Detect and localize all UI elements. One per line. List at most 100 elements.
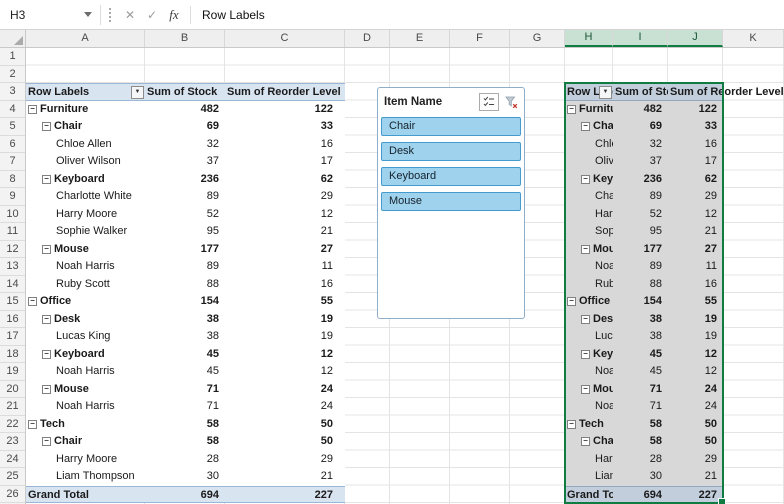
reorder-value-cell[interactable]: 33 [225,118,345,136]
clear-filter-icon[interactable] [501,93,521,111]
reorder-value-cell[interactable]: 16 [668,276,723,294]
column-header[interactable]: K [723,30,784,47]
collapse-icon[interactable] [42,384,51,394]
collapse-icon[interactable] [581,349,590,359]
stock-value-cell[interactable]: 37 [613,153,668,171]
stock-value-cell[interactable]: 177 [145,241,225,259]
reorder-value-cell[interactable]: 21 [668,223,723,241]
row-header[interactable]: 24 [0,451,25,468]
pivot-label-cell[interactable]: Ruby Scott [565,276,613,294]
pivot-label-cell[interactable]: Harry Moore [565,451,613,469]
column-header[interactable]: I [613,30,668,47]
name-box[interactable]: H3 [0,0,100,29]
reorder-value-cell[interactable]: 21 [668,468,723,486]
reorder-value-cell[interactable]: 33 [668,118,723,136]
row-header[interactable]: 23 [0,433,25,451]
pivot-label-cell[interactable]: Furniture [565,101,613,119]
pivot-label-cell[interactable]: Keyboard [26,346,145,364]
pivot-label-cell[interactable]: Liam Thompson [565,468,613,486]
collapse-icon[interactable] [567,419,576,429]
stock-value-cell[interactable]: 154 [613,293,668,311]
stock-value-cell[interactable]: 38 [613,328,668,346]
pivot-label-cell[interactable]: Noah Harris [565,398,613,416]
reorder-value-cell[interactable]: 16 [668,136,723,154]
pivot-label-cell[interactable]: Office [565,293,613,311]
sum-of-reorder-header[interactable]: Sum of Reorder Level [225,84,345,100]
pivot-label-cell[interactable]: Mouse [26,241,145,259]
grand-total-reorder[interactable]: 227 [668,487,723,503]
reorder-value-cell[interactable]: 19 [225,328,345,346]
stock-value-cell[interactable]: 236 [145,171,225,189]
stock-value-cell[interactable]: 71 [145,381,225,399]
reorder-value-cell[interactable]: 11 [668,258,723,276]
slicer-item[interactable]: Mouse [381,192,521,211]
row-header[interactable]: 9 [0,188,25,206]
pivot-label-cell[interactable]: Desk [565,311,613,329]
stock-value-cell[interactable]: 95 [145,223,225,241]
grand-total-reorder[interactable]: 227 [225,487,345,503]
reorder-value-cell[interactable]: 29 [225,188,345,206]
pivot-label-cell[interactable]: Chair [565,118,613,136]
pivot-label-cell[interactable]: Furniture [26,101,145,119]
pivot-label-cell[interactable]: Chloe Allen [565,136,613,154]
stock-value-cell[interactable]: 69 [145,118,225,136]
sum-of-reorder-header[interactable]: Sum of Reorder Level [668,84,784,100]
pivot-label-cell[interactable]: Ruby Scott [26,276,145,294]
collapse-icon[interactable] [581,174,590,184]
column-header[interactable]: A [26,30,145,47]
grid-canvas[interactable]: Row Labels Sum of Stock Sum of Reorder L… [26,48,784,504]
row-header[interactable]: 7 [0,153,25,171]
reorder-value-cell[interactable]: 11 [225,258,345,276]
collapse-icon[interactable] [581,122,590,131]
reorder-value-cell[interactable]: 27 [668,241,723,259]
row-header[interactable]: 20 [0,381,25,398]
pivot-label-cell[interactable]: Chloe Allen [26,136,145,154]
stock-value-cell[interactable]: 89 [613,188,668,206]
row-labels-header-cell[interactable]: Row Labels [565,84,613,100]
formula-input[interactable]: Row Labels [198,8,265,22]
stock-value-cell[interactable]: 30 [613,468,668,486]
column-header[interactable]: C [225,30,345,47]
stock-value-cell[interactable]: 58 [145,433,225,451]
name-box-dropdown-icon[interactable] [84,12,92,17]
stock-value-cell[interactable]: 38 [145,328,225,346]
stock-value-cell[interactable]: 71 [145,398,225,416]
collapse-icon[interactable] [28,419,37,429]
reorder-value-cell[interactable]: 62 [225,171,345,189]
reorder-value-cell[interactable]: 24 [668,381,723,399]
stock-value-cell[interactable]: 45 [145,346,225,364]
collapse-icon[interactable] [42,174,51,184]
pivot-label-cell[interactable]: Noah Harris [26,363,145,381]
collapse-icon[interactable] [28,297,37,306]
row-header[interactable]: 16 [0,311,25,328]
column-header[interactable]: E [390,30,450,47]
stock-value-cell[interactable]: 236 [613,171,668,189]
stock-value-cell[interactable]: 89 [145,188,225,206]
pivot-label-cell[interactable]: Sophie Walker [26,223,145,241]
reorder-value-cell[interactable]: 29 [225,451,345,469]
stock-value-cell[interactable]: 52 [145,206,225,224]
stock-value-cell[interactable]: 28 [613,451,668,469]
reorder-value-cell[interactable]: 55 [668,293,723,311]
pivot-label-cell[interactable]: Noah Harris [565,363,613,381]
reorder-value-cell[interactable]: 24 [225,398,345,416]
row-header[interactable]: 14 [0,276,25,293]
reorder-value-cell[interactable]: 29 [668,451,723,469]
pivot-label-cell[interactable]: Mouse [565,241,613,259]
row-header[interactable]: 10 [0,206,25,223]
pivot-label-cell[interactable]: Oliver Wilson [26,153,145,171]
slicer-item[interactable]: Desk [381,142,521,161]
slicer-item[interactable]: Chair [381,117,521,136]
pivot-label-cell[interactable]: Chair [26,118,145,136]
row-header[interactable]: 19 [0,363,25,381]
row-header[interactable]: 8 [0,171,25,188]
pivot-label-cell[interactable]: Lucas King [565,328,613,346]
sum-of-stock-header[interactable]: Sum of Stock [613,84,668,100]
grand-total-stock[interactable]: 694 [613,487,668,503]
reorder-value-cell[interactable]: 19 [225,311,345,329]
collapse-icon[interactable] [42,314,51,324]
pivot-label-cell[interactable]: Harry Moore [26,206,145,224]
row-header[interactable]: 18 [0,346,25,363]
stock-value-cell[interactable]: 88 [613,276,668,294]
stock-value-cell[interactable]: 45 [613,346,668,364]
